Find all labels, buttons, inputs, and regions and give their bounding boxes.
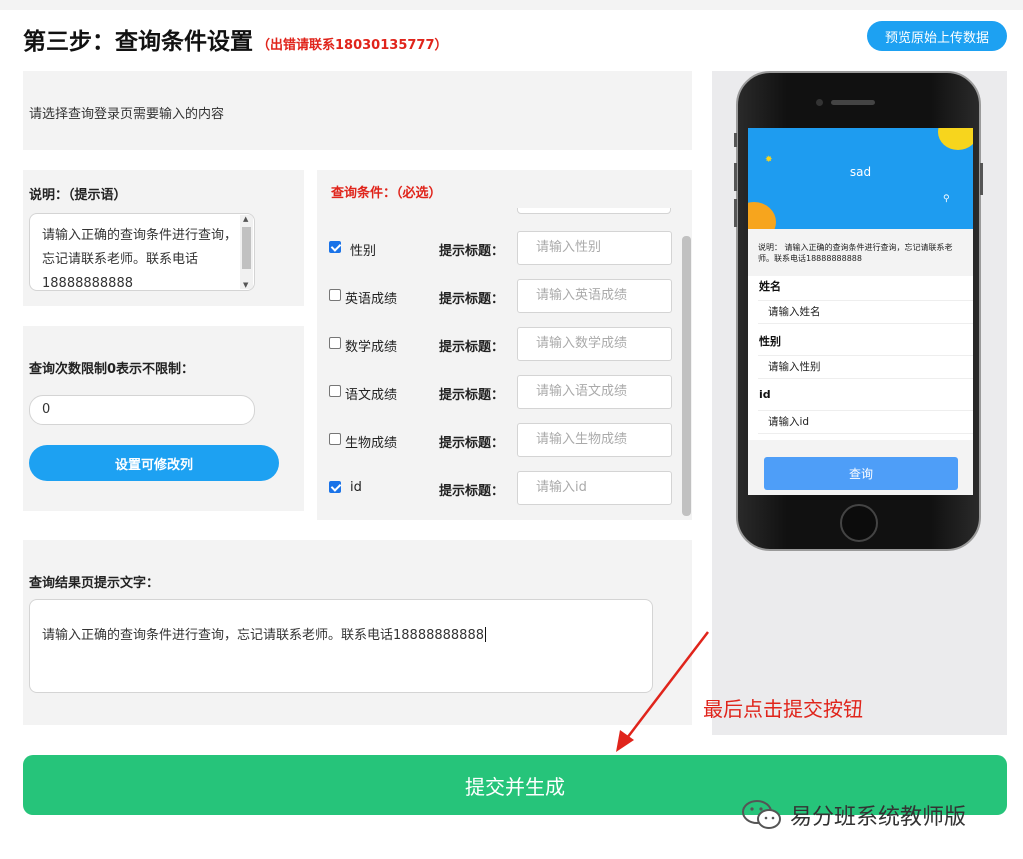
phone-camera-icon	[816, 99, 823, 106]
description-text: 请输入正确的查询条件进行查询，忘记请联系老师。联系电话18888888888	[42, 228, 238, 291]
preview-field-label: 姓名	[759, 280, 781, 293]
condition-name: 英语成绩	[345, 292, 398, 307]
conditions-list: 性别 提示标题： 请输入性别 英语成绩 提示标题： 请输入英语成绩 数学成绩 提…	[317, 208, 692, 520]
star-icon: ✸	[765, 155, 773, 165]
scroll-down-arrow-icon[interactable]: ▼	[243, 281, 248, 289]
condition-checkbox-english[interactable]	[329, 289, 341, 301]
page-title: 第三步：查询条件设置 （出错请联系18030135777）	[23, 22, 448, 56]
page-title-text: 第三步：查询条件设置	[23, 29, 253, 55]
hint-title-label: 提示标题：	[439, 244, 505, 259]
preview-field-label: 性别	[759, 335, 781, 348]
condition-name: 数学成绩	[345, 340, 398, 355]
conditions-panel: 查询条件：（必选） 性别 提示标题： 请输入性别 英语成绩 提示标题： 请输入英…	[317, 170, 692, 520]
condition-row-id: id 提示标题： 请输入id	[317, 471, 692, 505]
conditions-scroll-thumb[interactable]	[682, 236, 691, 516]
phone-power-button	[980, 163, 983, 195]
phone-volume-up-button	[734, 163, 737, 191]
preview-field-input[interactable]: 请输入姓名	[758, 300, 973, 324]
phone-preview-panel: ✸ sad ⚲ 说明： 请输入正确的查询条件进行查询，忘记请联系老师。联系电话1…	[712, 71, 1007, 735]
description-scrollbar[interactable]: ▲ ▼	[240, 215, 253, 289]
description-textarea[interactable]: 请输入正确的查询条件进行查询，忘记请联系老师。联系电话18888888888 ▲…	[29, 213, 255, 291]
result-text-label: 查询结果页提示文字：	[29, 576, 160, 591]
support-phone-warning: （出错请联系18030135777）	[257, 38, 448, 53]
top-strip	[0, 0, 1023, 10]
condition-row-math: 数学成绩 提示标题： 请输入数学成绩	[317, 327, 692, 361]
hint-title-label: 提示标题：	[439, 340, 505, 355]
phone-side-button	[734, 133, 737, 147]
condition-checkbox-id[interactable]	[329, 481, 341, 493]
hint-title-input-gender[interactable]: 请输入性别	[517, 231, 672, 265]
preview-field-input[interactable]: 请输入id	[758, 410, 973, 434]
conditions-header: 查询条件：（必选）	[331, 186, 442, 201]
condition-row-chinese: 语文成绩 提示标题： 请输入语文成绩	[317, 375, 692, 409]
preview-field-label: id	[759, 388, 771, 401]
preview-field-input[interactable]: 请输入性别	[758, 355, 973, 379]
orange-circle-decoration	[748, 202, 776, 229]
result-text-value: 请输入正确的查询条件进行查询，忘记请联系老师。联系电话18888888888	[42, 628, 484, 643]
condition-row-gender: 性别 提示标题： 请输入性别	[317, 231, 692, 265]
query-limit-panel: 查询次数限制0表示不限制： 0 设置可修改列	[23, 326, 304, 511]
condition-checkbox-gender[interactable]	[329, 241, 341, 253]
scroll-up-arrow-icon[interactable]: ▲	[243, 215, 248, 223]
condition-checkbox-chinese[interactable]	[329, 385, 341, 397]
hint-title-label: 提示标题：	[439, 484, 505, 499]
query-limit-input[interactable]: 0	[29, 395, 255, 425]
preview-header: ✸ sad ⚲	[748, 128, 973, 229]
description-scroll-thumb[interactable]	[242, 227, 251, 269]
result-text-panel: 查询结果页提示文字： 请输入正确的查询条件进行查询，忘记请联系老师。联系电话18…	[23, 540, 692, 725]
condition-name: id	[350, 480, 362, 495]
condition-checkbox-math[interactable]	[329, 337, 341, 349]
hint-title-label: 提示标题：	[439, 388, 505, 403]
preview-note: 说明： 请输入正确的查询条件进行查询，忘记请联系老师。联系电话188888888…	[748, 229, 973, 276]
watermark: 易分班系统教师版	[740, 795, 966, 835]
preview-upload-data-button[interactable]: 预览原始上传数据	[867, 21, 1007, 51]
annotation-text: 最后点击提交按钮	[703, 697, 863, 721]
watermark-text: 易分班系统教师版	[790, 805, 967, 830]
preview-query-button[interactable]: 查询	[764, 457, 958, 490]
hint-title-label: 提示标题：	[439, 436, 505, 451]
preview-title: sad	[849, 165, 872, 179]
yellow-circle-decoration	[938, 128, 973, 150]
hint-title-input-english[interactable]: 请输入英语成绩	[517, 279, 672, 313]
condition-checkbox-biology[interactable]	[329, 433, 341, 445]
wechat-icon	[742, 800, 781, 829]
text-caret	[484, 627, 486, 642]
condition-name: 语文成绩	[345, 388, 398, 403]
result-text-line: 请输入正确的查询条件进行查询，忘记请联系老师。联系电话18888888888	[42, 624, 486, 643]
red-arrow-icon	[616, 631, 709, 752]
description-panel: 说明：（提示语） 请输入正确的查询条件进行查询，忘记请联系老师。联系电话1888…	[23, 170, 304, 306]
phone-volume-down-button	[734, 199, 737, 227]
phone-mockup: ✸ sad ⚲ 说明： 请输入正确的查询条件进行查询，忘记请联系老师。联系电话1…	[734, 71, 983, 551]
phone-speaker-icon	[831, 100, 875, 105]
clipped-hint-input[interactable]	[517, 208, 671, 214]
query-limit-label: 查询次数限制0表示不限制：	[29, 362, 195, 377]
search-icon: ⚲	[943, 194, 950, 204]
phone-home-button	[840, 504, 878, 542]
intro-panel: 请选择查询登录页需要输入的内容	[23, 71, 692, 150]
description-label: 说明：（提示语）	[29, 188, 127, 203]
result-text-textarea[interactable]: 请输入正确的查询条件进行查询，忘记请联系老师。联系电话18888888888	[29, 599, 653, 693]
phone-screen: ✸ sad ⚲ 说明： 请输入正确的查询条件进行查询，忘记请联系老师。联系电话1…	[748, 128, 973, 495]
condition-row-biology: 生物成绩 提示标题： 请输入生物成绩	[317, 423, 692, 457]
set-editable-columns-button[interactable]: 设置可修改列	[29, 445, 279, 481]
hint-title-label: 提示标题：	[439, 292, 505, 307]
condition-row-english: 英语成绩 提示标题： 请输入英语成绩	[317, 279, 692, 313]
conditions-scrollbar[interactable]	[682, 210, 691, 516]
intro-text: 请选择查询登录页需要输入的内容	[29, 107, 225, 122]
condition-name: 性别	[350, 244, 377, 259]
hint-title-input-biology[interactable]: 请输入生物成绩	[517, 423, 672, 457]
hint-title-input-math[interactable]: 请输入数学成绩	[517, 327, 672, 361]
hint-title-input-id[interactable]: 请输入id	[517, 471, 672, 505]
hint-title-input-chinese[interactable]: 请输入语文成绩	[517, 375, 672, 409]
condition-name: 生物成绩	[345, 436, 398, 451]
